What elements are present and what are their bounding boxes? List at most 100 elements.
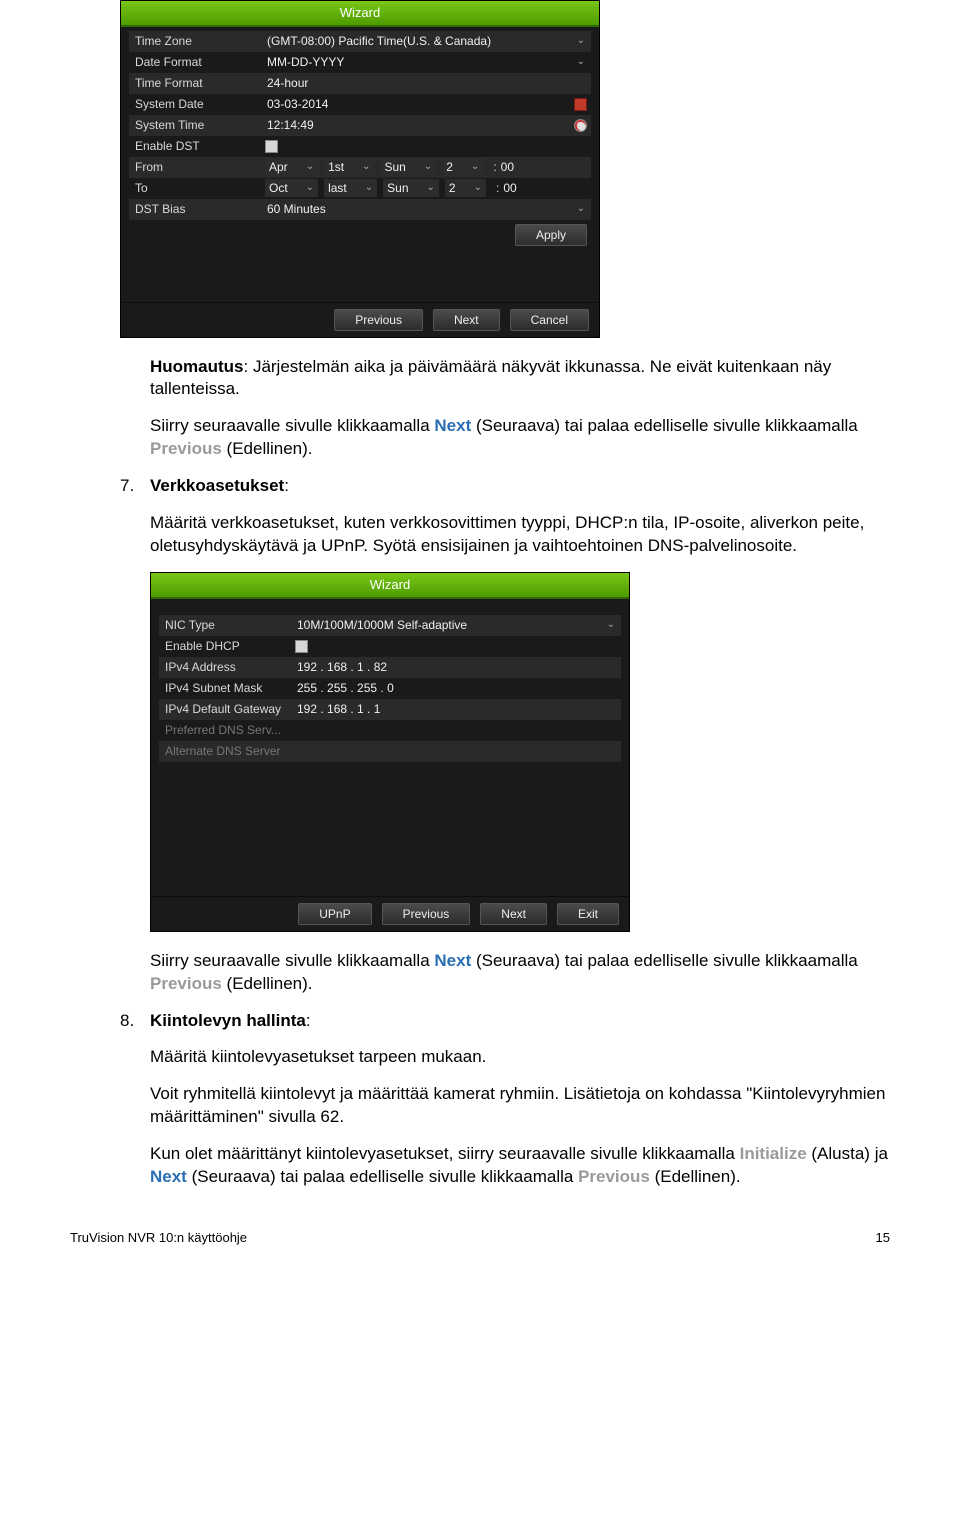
exit-button[interactable]: Exit — [557, 903, 619, 925]
gw-label: IPv4 Default Gateway — [159, 701, 295, 717]
chevron-down-icon: ⌄ — [474, 181, 482, 195]
page-footer: TruVision NVR 10:n käyttöohje 15 — [70, 1229, 890, 1247]
dstbias-label: DST Bias — [129, 201, 265, 217]
wizard-title: Wizard — [151, 573, 629, 599]
dateformat-value: MM-DD-YYYY — [265, 54, 344, 70]
enabledst-label: Enable DST — [129, 138, 265, 154]
timeformat-label: Time Format — [129, 75, 265, 91]
chevron-down-icon: ⌄ — [424, 160, 432, 174]
item-number: 7. — [120, 475, 150, 498]
list-item-8: 8. Kiintolevyn hallinta: — [120, 1010, 890, 1033]
item7-body: Määritä verkkoasetukset, kuten verkkosov… — [150, 512, 890, 558]
next-ref: Next — [150, 1167, 187, 1186]
item8-p1: Määritä kiintolevyasetukset tarpeen muka… — [150, 1046, 890, 1069]
chevron-down-icon: ⌄ — [306, 160, 314, 174]
from-min-value: 00 — [501, 159, 514, 175]
item8-title: Kiintolevyn hallinta — [150, 1011, 306, 1030]
chevron-down-icon: ⌄ — [306, 181, 314, 195]
item7-title: Verkkoasetukset — [150, 476, 284, 495]
time-colon: : — [489, 159, 500, 175]
enabledst-checkbox[interactable] — [265, 140, 278, 153]
dhcp-checkbox[interactable] — [295, 640, 308, 653]
from-month-select[interactable]: Apr⌄ — [265, 158, 318, 176]
dstbias-value: 60 Minutes — [265, 201, 326, 217]
mask-input[interactable]: 255 . 255 . 255 . 0 — [295, 680, 621, 696]
nav-instruction: Siirry seuraavalle sivulle klikkaamalla … — [150, 950, 890, 996]
systemtime-value: 12:14:49 — [265, 117, 314, 133]
item8-p3: Kun olet määrittänyt kiintolevyasetukset… — [150, 1143, 890, 1189]
item-number: 8. — [120, 1010, 150, 1033]
gw-value: 192 . 168 . 1 . 1 — [295, 701, 380, 717]
from-week-select[interactable]: 1st⌄ — [324, 158, 374, 176]
chevron-down-icon: ⌄ — [365, 181, 373, 195]
ipv4-input[interactable]: 192 . 168 . 1 . 82 — [295, 659, 621, 675]
altdns-label: Alternate DNS Server — [159, 743, 295, 759]
chevron-down-icon: ⌄ — [607, 618, 615, 632]
apply-button[interactable]: Apply — [515, 224, 587, 246]
nictype-select[interactable]: 10M/100M/1000M Self-adaptive ⌄ — [295, 617, 621, 633]
dhcp-label: Enable DHCP — [159, 638, 295, 654]
next-button[interactable]: Next — [433, 309, 500, 331]
nictype-value: 10M/100M/1000M Self-adaptive — [295, 617, 467, 633]
from-day-select[interactable]: Sun⌄ — [380, 158, 436, 176]
cancel-button[interactable]: Cancel — [510, 309, 589, 331]
systemtime-label: System Time — [129, 117, 265, 133]
timezone-label: Time Zone — [129, 33, 265, 49]
footer-left: TruVision NVR 10:n käyttöohje — [70, 1229, 247, 1247]
gw-input[interactable]: 192 . 168 . 1 . 1 — [295, 701, 621, 717]
nav-instruction: Siirry seuraavalle sivulle klikkaamalla … — [150, 415, 890, 461]
chevron-down-icon: ⌄ — [471, 160, 479, 174]
upnp-button[interactable]: UPnP — [298, 903, 371, 925]
systemdate-input[interactable]: 03-03-2014 — [265, 96, 591, 112]
systemdate-label: System Date — [129, 96, 265, 112]
timezone-select[interactable]: (GMT-08:00) Pacific Time(U.S. & Canada) … — [265, 33, 591, 49]
dstbias-select[interactable]: 60 Minutes ⌄ — [265, 201, 591, 217]
prefdns-label: Preferred DNS Serv... — [159, 722, 295, 738]
chevron-down-icon: ⌄ — [362, 160, 370, 174]
to-month-select[interactable]: Oct⌄ — [265, 179, 318, 197]
wizard-network-dialog: Wizard NIC Type 10M/100M/1000M Self-adap… — [150, 572, 630, 932]
timeformat-value: 24-hour — [265, 75, 308, 91]
note-paragraph: Huomautus: Järjestelmän aika ja päivämää… — [150, 356, 890, 402]
previous-ref: Previous — [578, 1167, 650, 1186]
next-ref: Next — [434, 951, 471, 970]
item8-p2: Voit ryhmitellä kiintolevyt ja määrittää… — [150, 1083, 890, 1129]
calendar-icon[interactable] — [574, 98, 587, 111]
next-button[interactable]: Next — [480, 903, 547, 925]
clock-icon[interactable] — [574, 119, 587, 132]
previous-button[interactable]: Previous — [334, 309, 423, 331]
previous-ref: Previous — [150, 974, 222, 993]
page-number: 15 — [876, 1229, 890, 1247]
dst-to-label: To — [129, 180, 265, 196]
ipv4-value: 192 . 168 . 1 . 82 — [295, 659, 387, 675]
previous-button[interactable]: Previous — [382, 903, 471, 925]
timeformat-select[interactable]: 24-hour — [265, 75, 591, 91]
to-min-value: 00 — [503, 180, 516, 196]
mask-label: IPv4 Subnet Mask — [159, 680, 295, 696]
previous-ref: Previous — [150, 439, 222, 458]
time-colon: : — [492, 180, 503, 196]
to-week-select[interactable]: last⌄ — [324, 179, 377, 197]
wizard-title: Wizard — [121, 1, 599, 27]
timezone-value: (GMT-08:00) Pacific Time(U.S. & Canada) — [265, 33, 491, 49]
chevron-down-icon: ⌄ — [577, 202, 585, 216]
chevron-down-icon: ⌄ — [577, 34, 585, 48]
note-label: Huomautus — [150, 357, 244, 376]
chevron-down-icon: ⌄ — [427, 181, 435, 195]
initialize-ref: Initialize — [740, 1144, 807, 1163]
systemdate-value: 03-03-2014 — [265, 96, 328, 112]
list-item-7: 7. Verkkoasetukset: — [120, 475, 890, 498]
ipv4-label: IPv4 Address — [159, 659, 295, 675]
dst-from-label: From — [129, 159, 265, 175]
mask-value: 255 . 255 . 255 . 0 — [295, 680, 394, 696]
systemtime-input[interactable]: 12:14:49 — [265, 117, 591, 133]
from-hour-select[interactable]: 2⌄ — [442, 158, 483, 176]
nictype-label: NIC Type — [159, 617, 295, 633]
chevron-down-icon: ⌄ — [577, 55, 585, 69]
next-ref: Next — [434, 416, 471, 435]
to-hour-select[interactable]: 2⌄ — [445, 179, 486, 197]
wizard-datetime-dialog: Wizard Time Zone (GMT-08:00) Pacific Tim… — [120, 0, 600, 338]
dateformat-label: Date Format — [129, 54, 265, 70]
to-day-select[interactable]: Sun⌄ — [383, 179, 439, 197]
dateformat-select[interactable]: MM-DD-YYYY ⌄ — [265, 54, 591, 70]
